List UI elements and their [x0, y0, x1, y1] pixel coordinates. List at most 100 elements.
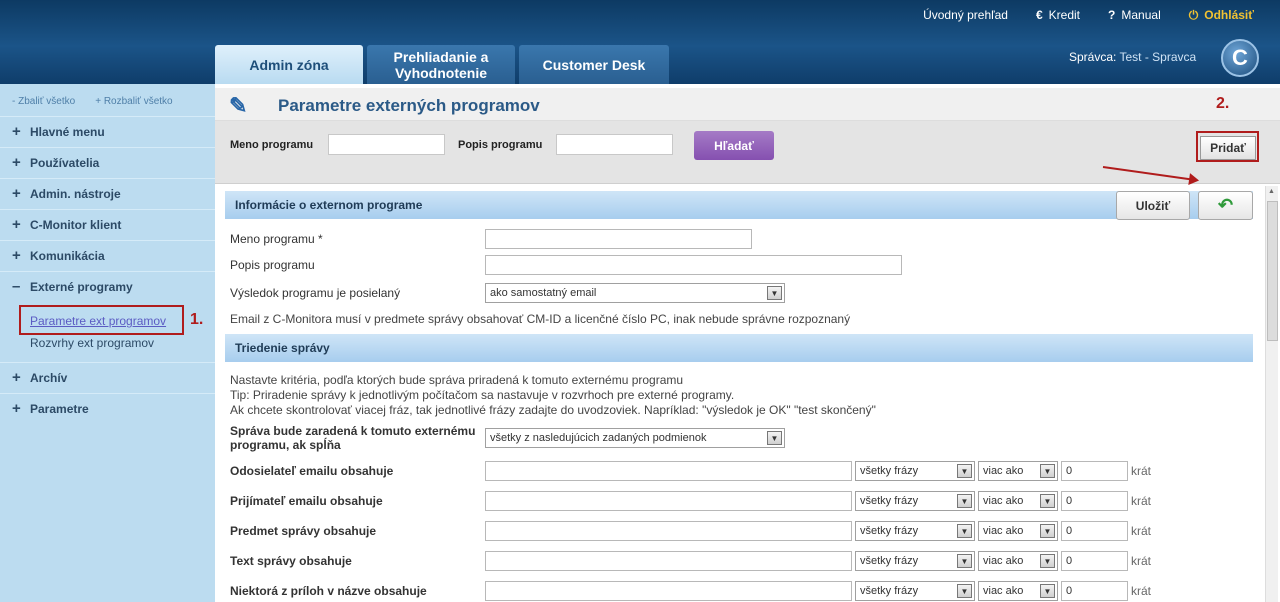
logout-link[interactable]: ⏻ Odhlásiť [1189, 8, 1254, 23]
scroll-up-icon[interactable]: ▲ [1268, 188, 1275, 195]
sidebar-item-admin-tools[interactable]: + Admin. nástroje [0, 178, 215, 208]
phrase-mode-select[interactable]: všetky frázy ▼ [855, 521, 975, 541]
condition-text-input[interactable] [485, 521, 852, 541]
top-links: Úvodný prehľad € Kredit ? Manual ⏻ Odhlásiť [895, 0, 1280, 30]
count-input[interactable]: 0 [1061, 491, 1128, 511]
sidebar-item-external-programs[interactable]: – Externé programy [0, 271, 215, 301]
save-button[interactable]: Uložiť [1116, 191, 1190, 220]
credit-link[interactable]: € Kredit [1036, 8, 1080, 22]
condition-text-input[interactable] [485, 551, 852, 571]
description-label: Popis programu [230, 258, 315, 272]
result-select-value: ako samostatný email [490, 287, 597, 299]
tab-customer-desk[interactable]: Customer Desk [519, 45, 669, 84]
plus-icon: + [12, 185, 21, 202]
match-select[interactable]: všetky z nasledujúcich zadaných podmieno… [485, 428, 785, 448]
section-info-header: Informácie o externom programe [225, 191, 1253, 219]
phrase-mode-select[interactable]: všetky frázy ▼ [855, 581, 975, 601]
count-input[interactable]: 0 [1061, 521, 1128, 541]
compare-select[interactable]: viac ako ▼ [978, 521, 1058, 541]
count-input[interactable]: 0 [1061, 581, 1128, 601]
plus-icon: + [12, 154, 21, 171]
phrase-mode-select[interactable]: všetky frázy ▼ [855, 491, 975, 511]
count-input[interactable]: 0 [1061, 551, 1128, 571]
compare-select[interactable]: viac ako ▼ [978, 581, 1058, 601]
sidebar-item-cmonitor-client[interactable]: + C-Monitor klient [0, 209, 215, 239]
select-value: viac ako [983, 585, 1024, 597]
sidebar-item-main-menu[interactable]: + Hlavné menu [0, 116, 215, 146]
compare-select[interactable]: viac ako ▼ [978, 461, 1058, 481]
sidebar-item-label: Admin. nástroje [30, 186, 121, 201]
sidebar-item-users[interactable]: + Používatelia [0, 147, 215, 177]
times-label: krát [1131, 524, 1152, 538]
match-label: Správa bude zaradená k tomuto externému … [230, 424, 476, 452]
search-desc-input[interactable] [556, 134, 673, 155]
select-value: viac ako [983, 555, 1024, 567]
sidebar-subitem-ext-program-schedules[interactable]: Rozvrhy ext programov [30, 336, 154, 350]
phrase-mode-select[interactable]: všetky frázy ▼ [855, 551, 975, 571]
chevron-down-icon: ▼ [767, 431, 782, 445]
result-select[interactable]: ako samostatný email ▼ [485, 283, 785, 303]
plus-icon: + [12, 247, 21, 264]
chevron-down-icon: ▼ [1040, 554, 1055, 568]
search-name-input[interactable] [328, 134, 445, 155]
chevron-down-icon: ▼ [1040, 464, 1055, 478]
manual-link[interactable]: ? Manual [1108, 8, 1161, 22]
sidebar-item-archive[interactable]: + Archív [0, 362, 215, 392]
condition-text-input[interactable] [485, 581, 852, 601]
select-value: viac ako [983, 465, 1024, 477]
sidebar-item-parameters[interactable]: + Parametre [0, 393, 215, 423]
phrase-mode-select[interactable]: všetky frázy ▼ [855, 461, 975, 481]
search-name-label: Meno programu [230, 139, 314, 151]
sidebar-item-label: C-Monitor klient [30, 217, 122, 232]
back-button[interactable]: ↶ [1198, 191, 1253, 220]
select-value: viac ako [983, 495, 1024, 507]
chevron-down-icon: ▼ [957, 584, 972, 598]
sort-note-1: Nastavte kritéria, podľa ktorých bude sp… [230, 373, 684, 387]
expand-all-link[interactable]: + Rozbaliť všetko [95, 96, 172, 107]
tab-label: Prehliadanie a Vyhodnotenie [393, 48, 489, 81]
plus-icon: + [12, 123, 21, 140]
c-monitor-logo: C [1221, 39, 1259, 77]
count-input[interactable]: 0 [1061, 461, 1128, 481]
times-label: krát [1131, 584, 1152, 598]
scroll-thumb[interactable] [1267, 201, 1278, 341]
page-title: Parametre externých programov [278, 96, 540, 115]
tab-review[interactable]: Prehliadanie a Vyhodnotenie [367, 45, 515, 84]
plus-icon: + [12, 369, 21, 386]
description-input[interactable] [485, 255, 902, 275]
condition-label: Predmet správy obsahuje [230, 524, 377, 538]
user-info: Správca: Test - Spravca [1069, 50, 1196, 64]
scrollbar[interactable]: ▲ [1265, 186, 1278, 602]
name-input[interactable] [485, 229, 752, 249]
search-desc-label: Popis programu [458, 139, 543, 151]
condition-label: Prijímateľ emailu obsahuje [230, 494, 383, 508]
condition-text-input[interactable] [485, 461, 852, 481]
sidebar-item-label: Archív [30, 370, 68, 385]
condition-label: Odosielateľ emailu obsahuje [230, 464, 394, 478]
collapse-all-link[interactable]: - Zbaliť všetko [12, 96, 75, 107]
sidebar-item-label: Hlavné menu [30, 124, 105, 139]
puzzle-tool-icon: ✎ [229, 93, 248, 118]
tab-admin-zone[interactable]: Admin zóna [215, 45, 363, 84]
annotation-label-1: 1. [190, 311, 204, 328]
logout-link-label: Odhlásiť [1204, 8, 1254, 22]
sidebar-item-label: Parametre [30, 401, 89, 416]
plus-icon: + [12, 216, 21, 233]
email-note: Email z C-Monitora musí v predmete správ… [230, 312, 851, 326]
annotation-label-2: 2. [1216, 95, 1230, 112]
sidebar-toggles: - Zbaliť všetko + Rozbaliť všetko [12, 96, 193, 107]
times-label: krát [1131, 464, 1152, 478]
home-link[interactable]: Úvodný prehľad [923, 8, 1008, 22]
condition-text-input[interactable] [485, 491, 852, 511]
add-button[interactable]: Pridať [1200, 136, 1256, 160]
search-button[interactable]: Hľadať [694, 131, 774, 160]
match-select-value: všetky z nasledujúcich zadaných podmieno… [490, 432, 707, 444]
condition-label: Text správy obsahuje [230, 554, 352, 568]
sidebar-item-communication[interactable]: + Komunikácia [0, 240, 215, 270]
main-tabs: Admin zóna Prehliadanie a Vyhodnotenie C… [215, 45, 673, 84]
chevron-down-icon: ▼ [767, 286, 782, 300]
select-value: všetky frázy [860, 585, 919, 597]
compare-select[interactable]: viac ako ▼ [978, 551, 1058, 571]
compare-select[interactable]: viac ako ▼ [978, 491, 1058, 511]
title-bar: ✎ Parametre externých programov 2. [215, 88, 1280, 121]
